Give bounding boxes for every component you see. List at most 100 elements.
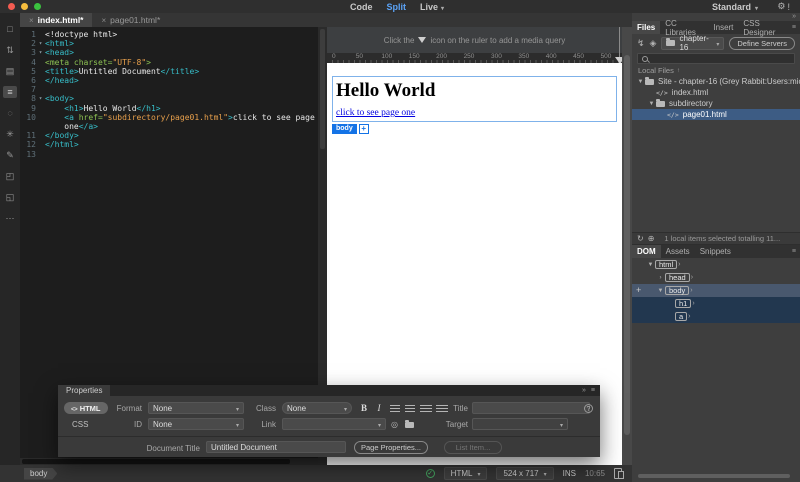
version-control-icon[interactable]: ◈ <box>650 38 657 49</box>
title-input[interactable] <box>472 402 590 414</box>
class-select[interactable]: None <box>282 402 352 414</box>
sync-status-icon[interactable]: ⊕ <box>648 234 655 243</box>
rendered-heading[interactable]: Hello World <box>336 80 616 102</box>
edit-icon[interactable]: ✎ <box>3 149 17 161</box>
add-element-button[interactable]: + <box>359 124 369 134</box>
collapse-icon[interactable]: » <box>582 387 586 394</box>
apply-comment-icon[interactable]: ◰ <box>3 170 17 182</box>
view-mode-live[interactable]: Live <box>420 2 444 12</box>
code-horizontal-scrollbar[interactable] <box>20 458 318 465</box>
properties-html-button[interactable]: HTML <box>64 402 108 414</box>
window-size-select[interactable]: 524 x 717 <box>496 467 553 480</box>
add-element-icon[interactable]: + <box>636 284 641 297</box>
link-input[interactable] <box>282 418 386 430</box>
expand-twisty-icon[interactable]: ▼ <box>647 101 656 107</box>
bold-button[interactable]: B <box>358 403 370 413</box>
expand-twisty-icon[interactable]: ▼ <box>636 79 645 85</box>
indent-icon[interactable] <box>436 405 448 413</box>
panel-menu-icon[interactable]: ≡ <box>792 24 796 31</box>
dom-tag-pill[interactable]: html <box>655 260 677 269</box>
format-source-icon[interactable]: ≡ <box>3 86 17 98</box>
help-icon[interactable]: ? <box>584 404 593 413</box>
dom-tree-item[interactable]: a› <box>632 310 800 323</box>
dom-tag-pill[interactable]: h1 <box>675 299 691 308</box>
file-tree-item[interactable]: </>index.html <box>632 87 800 98</box>
unordered-list-icon[interactable] <box>390 405 400 413</box>
tab-files[interactable]: Files <box>632 21 660 34</box>
doc-tab-index-html-[interactable]: ×index.html* <box>20 13 92 27</box>
code-line[interactable]: 10 <a href="subdirectory/page01.html">cl… <box>20 113 318 122</box>
minimize-window-icon[interactable] <box>21 3 28 10</box>
gear-icon[interactable]: ⚙ <box>777 1 785 12</box>
code-line[interactable]: 12</html> <box>20 140 318 149</box>
more-tools-icon[interactable]: ⋯ <box>3 212 17 224</box>
dom-tag-pill[interactable]: head <box>665 273 690 282</box>
code-line[interactable]: 4<meta charset="UTF-8"> <box>20 58 318 67</box>
tab-cc-libraries[interactable]: CC Libraries <box>660 21 708 34</box>
file-tree-item[interactable]: </>page01.html <box>632 109 800 120</box>
selected-tag-badge[interactable]: body <box>332 124 357 134</box>
doctype-select[interactable]: HTML <box>444 467 488 480</box>
code-line[interactable]: 6</head> <box>20 76 318 85</box>
close-tab-icon[interactable]: × <box>29 16 34 25</box>
notification-icon[interactable]: ! <box>787 2 790 12</box>
tab-css-designer[interactable]: CSS Designer <box>738 21 792 34</box>
view-mode-split[interactable]: Split <box>387 2 407 12</box>
code-line[interactable]: 5<title>Untitled Document</title> <box>20 67 318 76</box>
point-to-file-icon[interactable]: ◎ <box>391 420 398 429</box>
code-line[interactable]: 3▾<head> <box>20 48 318 57</box>
panel-horizontal-scrollbar[interactable] <box>638 474 790 478</box>
sort-arrow-icon[interactable]: ↑ <box>677 68 680 74</box>
panel-menu-icon[interactable]: ≡ <box>792 248 796 255</box>
maximize-window-icon[interactable] <box>34 3 41 10</box>
device-preview-icon[interactable] <box>614 468 622 479</box>
live-code-icon[interactable]: ◌ <box>3 107 17 119</box>
expand-twisty-icon[interactable]: › <box>656 275 665 281</box>
ordered-list-icon[interactable] <box>405 405 415 413</box>
collapse-panels-icon[interactable]: » <box>792 13 796 21</box>
open-documents-icon[interactable]: □ <box>3 23 17 35</box>
file-tree-item[interactable]: ▼Site - chapter-16 (Grey Rabbit:Users:mi… <box>632 76 800 87</box>
expand-twisty-icon[interactable]: ▼ <box>646 262 655 268</box>
outdent-icon[interactable] <box>420 405 432 413</box>
view-mode-code[interactable]: Code <box>350 2 373 12</box>
inspect-icon[interactable]: ✳ <box>3 128 17 140</box>
properties-panel-tab[interactable]: Properties <box>58 385 110 396</box>
tab-snippets[interactable]: Snippets <box>695 245 736 258</box>
find-replace-icon[interactable]: ⇅ <box>3 44 17 56</box>
close-window-icon[interactable] <box>8 3 15 10</box>
dom-tree-item[interactable]: ›head› <box>632 271 800 284</box>
tag-selector-body[interactable]: body <box>24 468 57 480</box>
dom-tag-pill[interactable]: body <box>665 286 689 295</box>
tab-dom[interactable]: DOM <box>632 245 661 258</box>
tab-insert[interactable]: Insert <box>708 21 738 34</box>
dom-tree-item[interactable]: h1› <box>632 297 800 310</box>
live-vertical-scrollbar[interactable] <box>622 27 632 465</box>
close-tab-icon[interactable]: × <box>101 16 106 25</box>
code-line[interactable]: 11</body> <box>20 131 318 140</box>
file-search-input[interactable] <box>637 53 795 64</box>
code-line[interactable]: 1<!doctype html> <box>20 30 318 39</box>
id-select[interactable]: None <box>148 418 244 430</box>
dom-tree-item[interactable]: ▼html› <box>632 258 800 271</box>
workspace-switcher[interactable]: Standard <box>712 0 758 13</box>
tab-assets[interactable]: Assets <box>661 245 695 258</box>
code-line[interactable]: 8▾<body> <box>20 94 318 103</box>
code-line[interactable]: 9 <h1>Hello World</h1> <box>20 104 318 113</box>
document-title-input[interactable]: Untitled Document <box>206 441 346 453</box>
properties-css-button[interactable]: CSS <box>72 420 88 429</box>
dom-tag-pill[interactable]: a <box>675 312 687 321</box>
rendered-link[interactable]: click to see page one <box>336 108 415 118</box>
site-select[interactable]: chapter-16 <box>661 37 724 50</box>
remove-comment-icon[interactable]: ◱ <box>3 191 17 203</box>
code-line[interactable]: one</a> <box>20 122 318 131</box>
format-select[interactable]: None <box>148 402 244 414</box>
code-format-icon[interactable]: ▤ <box>3 65 17 77</box>
define-servers-button[interactable]: Define Servers <box>729 37 795 50</box>
italic-button[interactable]: I <box>373 403 385 413</box>
code-line[interactable]: 7 <box>20 85 318 94</box>
expand-twisty-icon[interactable]: ▼ <box>656 288 665 294</box>
refresh-icon[interactable]: ↻ <box>637 234 644 243</box>
dom-tree-item[interactable]: +▼body› <box>632 284 800 297</box>
browse-folder-icon[interactable] <box>405 422 414 428</box>
